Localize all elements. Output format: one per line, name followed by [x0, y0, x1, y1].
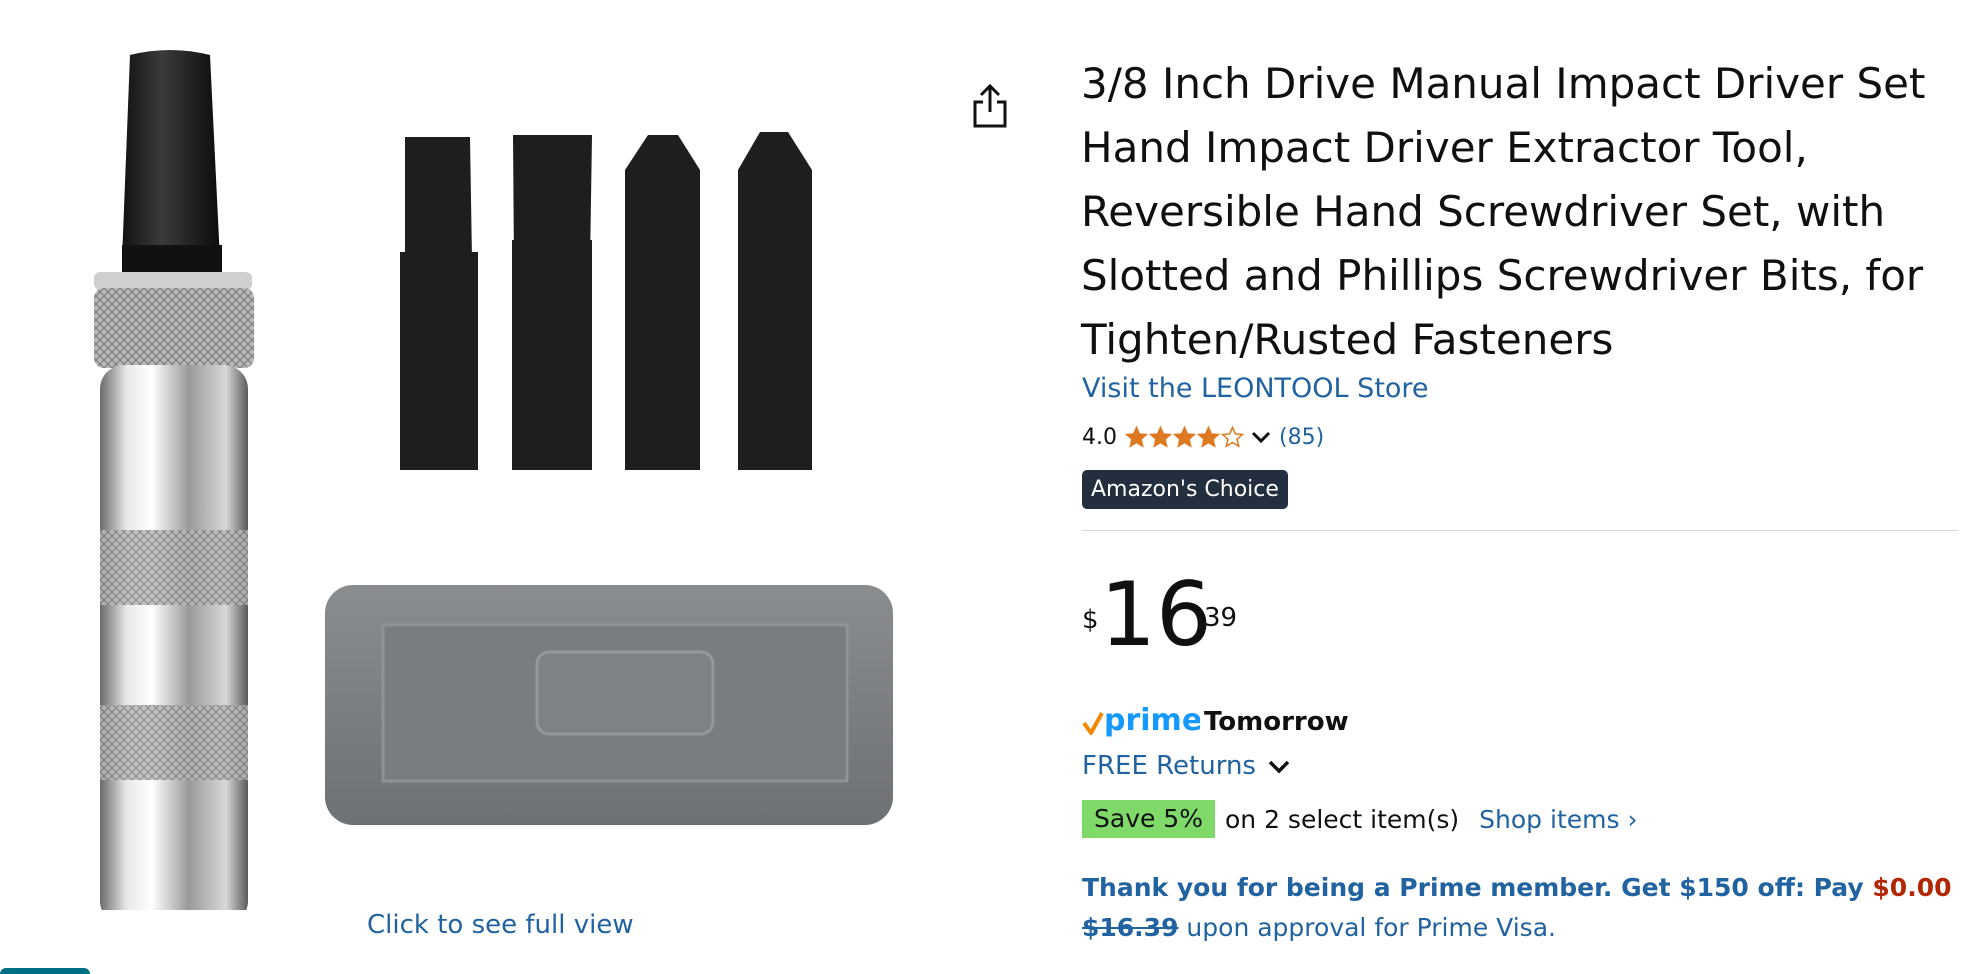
product-image[interactable]	[80, 40, 910, 910]
share-icon[interactable]	[970, 82, 1010, 130]
chevron-down-icon[interactable]	[1249, 425, 1273, 449]
star-icon	[1125, 425, 1148, 448]
rating-row: 4.0 (85)	[1082, 422, 1324, 452]
star-icon	[1221, 425, 1244, 448]
review-count-link[interactable]: (85)	[1279, 425, 1324, 450]
see-full-view-link[interactable]: Click to see full view	[367, 910, 634, 940]
chevron-down-icon[interactable]	[1266, 753, 1292, 779]
shop-items-link[interactable]: Shop items ›	[1479, 805, 1637, 834]
store-link[interactable]: Visit the LEONTOOL Store	[1082, 373, 1429, 404]
price-whole: 16	[1100, 563, 1212, 666]
divider	[1082, 530, 1958, 531]
prime-logo-text: prime	[1104, 703, 1200, 738]
prime-logo: prime	[1082, 703, 1200, 738]
free-returns-link[interactable]: FREE Returns	[1082, 748, 1292, 784]
coupon-text: on 2 select item(s)	[1224, 804, 1460, 834]
prime-visa-promo[interactable]: Thank you for being a Prime member. Get …	[1082, 868, 1962, 948]
price-fraction: 39	[1204, 603, 1238, 633]
promo-zero-price: $0.00	[1872, 873, 1952, 902]
star-icon	[1149, 425, 1172, 448]
returns-label[interactable]: FREE Returns	[1082, 751, 1256, 781]
star-rating[interactable]	[1125, 425, 1245, 449]
rating-value: 4.0	[1082, 424, 1117, 450]
promo-rest[interactable]: upon approval for Prime Visa.	[1178, 913, 1556, 942]
star-icon	[1197, 425, 1220, 448]
price-symbol: $	[1082, 605, 1099, 635]
star-icon	[1173, 425, 1196, 448]
corner-tab[interactable]	[0, 968, 90, 974]
promo-original-price: $16.39	[1082, 913, 1179, 942]
coupon-row: Save 5% on 2 select item(s) Shop items ›	[1082, 800, 1637, 838]
product-title: 3/8 Inch Drive Manual Impact Driver Set …	[1081, 59, 1926, 364]
promo-text[interactable]: Thank you for being a Prime member. Get …	[1082, 873, 1872, 902]
save-badge: Save 5%	[1082, 800, 1215, 838]
delivery-day: Tomorrow	[1204, 707, 1349, 737]
amazons-choice-badge: Amazon's Choice	[1082, 470, 1288, 509]
prime-delivery: prime Tomorrow	[1082, 703, 1349, 741]
